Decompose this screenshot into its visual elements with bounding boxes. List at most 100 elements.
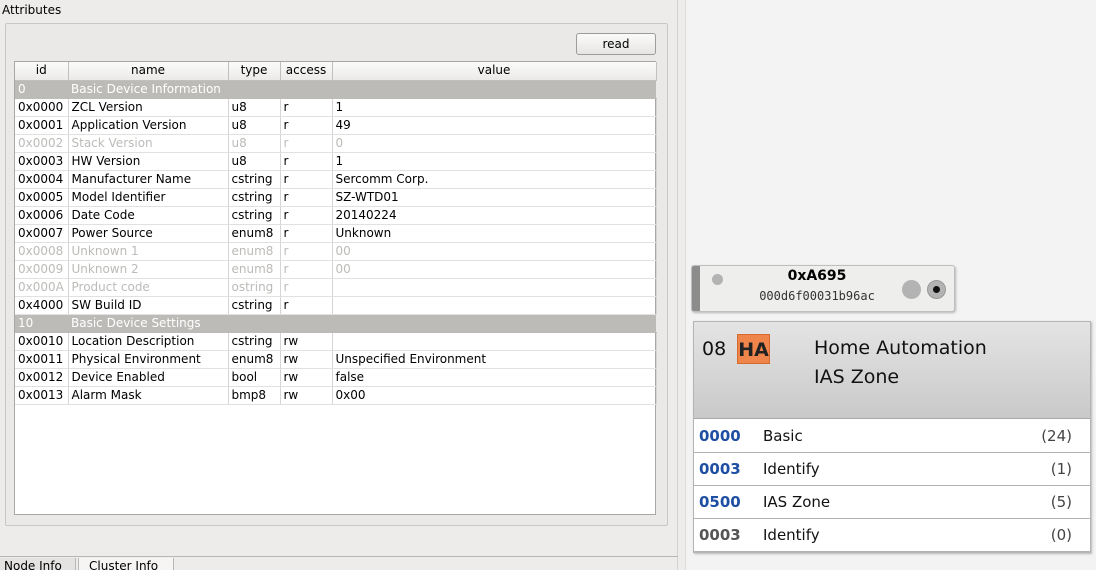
attribute-id-cell: 0x0010 [15, 332, 69, 351]
attribute-id-cell: 0x0011 [15, 350, 69, 369]
attribute-access-cell: r [280, 188, 333, 207]
node-expand-icon[interactable] [927, 280, 946, 299]
table-row[interactable]: 0x4000 SW Build ID cstring r [15, 296, 657, 315]
attribute-id-cell: 0x0012 [15, 368, 69, 387]
attribute-type-cell: bool [228, 368, 281, 387]
attribute-group-row: 0 Basic Device Information [15, 80, 656, 99]
node-side-bar [692, 266, 700, 311]
attribute-name-cell: Application Version [68, 116, 229, 135]
table-row[interactable]: 0x0007 Power Source enum8 r Unknown [15, 224, 657, 243]
table-row[interactable]: 0x0001 Application Version u8 r 49 [15, 116, 657, 135]
attribute-type-cell: ostring [228, 278, 281, 297]
column-header-id[interactable]: id [15, 62, 69, 81]
attribute-value-cell: 00 [332, 260, 657, 279]
attribute-name-cell: Unknown 2 [68, 260, 229, 279]
node-graph-view[interactable]: 0xA695 000d6f00031b96ac 08 HA Home Autom… [685, 0, 1096, 570]
attribute-type-cell: enum8 [228, 350, 281, 369]
table-row[interactable]: 0x0011 Physical Environment enum8 rw Unspeci… [15, 350, 657, 369]
attribute-value-cell: 20140224 [332, 206, 657, 225]
table-row[interactable]: 0x000A Product code ostring r [15, 278, 657, 297]
endpoint-header[interactable]: 08 HA Home Automation IAS Zone [694, 322, 1090, 419]
attribute-access-cell: r [280, 296, 333, 315]
attribute-name-cell: Alarm Mask [68, 386, 229, 405]
attribute-value-cell: 49 [332, 116, 657, 135]
attribute-type-cell: enum8 [228, 260, 281, 279]
bottom-tab-bar: Node Info Cluster Info [0, 556, 678, 570]
attribute-name-cell: Device Enabled [68, 368, 229, 387]
attribute-id-cell: 0x0006 [15, 206, 69, 225]
attribute-type-cell: u8 [228, 152, 281, 171]
attribute-id-cell: 0x0001 [15, 116, 69, 135]
attribute-type-cell: cstring [228, 296, 281, 315]
table-row[interactable]: 0x0005 Model Identifier cstring r SZ-WTD01 [15, 188, 657, 207]
attribute-access-cell: r [280, 134, 333, 153]
attribute-type-cell: cstring [228, 332, 281, 351]
table-row[interactable]: 0x0012 Device Enabled bool rw false [15, 368, 657, 387]
table-row[interactable]: 0x0002 Stack Version u8 r 0 [15, 134, 657, 153]
table-row[interactable]: 0x0013 Alarm Mask bmp8 rw 0x00 [15, 386, 657, 405]
table-row[interactable]: 0x0003 HW Version u8 r 1 [15, 152, 657, 171]
node-socket-icon[interactable] [902, 280, 921, 299]
table-row[interactable]: 0x0006 Date Code cstring r 20140224 [15, 206, 657, 225]
attribute-type-cell: cstring [228, 170, 281, 189]
attribute-value-cell [332, 278, 657, 297]
attribute-name-cell: Manufacturer Name [68, 170, 229, 189]
table-header-row: id name type access value [15, 62, 657, 81]
attribute-access-cell: rw [280, 332, 333, 351]
attribute-id-cell: 0x0000 [15, 98, 69, 117]
cluster-id: 0003 [699, 526, 741, 544]
attribute-name-cell: HW Version [68, 152, 229, 171]
attribute-value-cell [332, 332, 657, 351]
attribute-name-cell: Location Description [68, 332, 229, 351]
table-row[interactable]: 0x0010 Location Description cstring rw [15, 332, 657, 351]
read-button[interactable]: read [576, 33, 656, 55]
attribute-value-cell: Unknown [332, 224, 657, 243]
group-name: Basic Device Information [68, 80, 656, 99]
node-status-icon [712, 274, 723, 285]
cluster-item[interactable]: 0003 Identify (1) [694, 453, 1090, 486]
attribute-type-cell: bmp8 [228, 386, 281, 405]
cluster-attribute-count: (5) [1050, 493, 1072, 511]
home-automation-profile-icon: HA [737, 334, 770, 364]
column-header-name[interactable]: name [68, 62, 229, 81]
cluster-item[interactable]: 0000 Basic (24) [694, 420, 1090, 453]
attribute-value-cell: 0 [332, 134, 657, 153]
cluster-item[interactable]: 0003 Identify (0) [694, 519, 1090, 552]
cluster-id: 0500 [699, 493, 741, 511]
attribute-access-cell: r [280, 152, 333, 171]
attributes-table[interactable]: id name type access value 0 Basic Device … [14, 61, 657, 515]
column-header-type[interactable]: type [228, 62, 281, 81]
table-row[interactable]: 0x0009 Unknown 2 enum8 r 00 [15, 260, 657, 279]
endpoint-widget[interactable]: 08 HA Home Automation IAS Zone 0000 Basic… [693, 321, 1091, 553]
table-row[interactable]: 0x0008 Unknown 1 enum8 r 00 [15, 242, 657, 261]
cluster-attribute-count: (1) [1050, 460, 1072, 478]
tab-cluster-info[interactable]: Cluster Info [78, 558, 174, 570]
attribute-id-cell: 0x0013 [15, 386, 69, 405]
attribute-type-cell: u8 [228, 98, 281, 117]
table-row[interactable]: 0x0000 ZCL Version u8 r 1 [15, 98, 657, 117]
attribute-type-cell: cstring [228, 206, 281, 225]
column-header-access[interactable]: access [280, 62, 333, 81]
node-mac-address: 000d6f00031b96ac [759, 289, 875, 303]
attribute-value-cell: 1 [332, 152, 657, 171]
tab-node-info[interactable]: Node Info [0, 558, 76, 570]
attribute-value-cell [332, 296, 657, 315]
attribute-name-cell: Unknown 1 [68, 242, 229, 261]
attributes-title: Attributes [2, 3, 62, 17]
attribute-value-cell: 00 [332, 242, 657, 261]
attribute-access-cell: r [280, 206, 333, 225]
column-header-value[interactable]: value [332, 62, 657, 81]
attribute-id-cell: 0x4000 [15, 296, 69, 315]
cluster-name: Identify [763, 460, 820, 478]
group-id: 0 [15, 80, 68, 99]
cluster-item[interactable]: 0500 IAS Zone (5) [694, 486, 1090, 519]
cluster-info-panel: Attributes read id name type access valu… [0, 0, 678, 570]
attribute-id-cell: 0x000A [15, 278, 69, 297]
attribute-id-cell: 0x0009 [15, 260, 69, 279]
attribute-access-cell: rw [280, 350, 333, 369]
table-row[interactable]: 0x0004 Manufacturer Name cstring r Sercomm C… [15, 170, 657, 189]
attribute-value-cell: Unspecified Environment [332, 350, 657, 369]
attribute-value-cell: 1 [332, 98, 657, 117]
attribute-access-cell: r [280, 242, 333, 261]
node-widget[interactable]: 0xA695 000d6f00031b96ac [691, 265, 955, 312]
